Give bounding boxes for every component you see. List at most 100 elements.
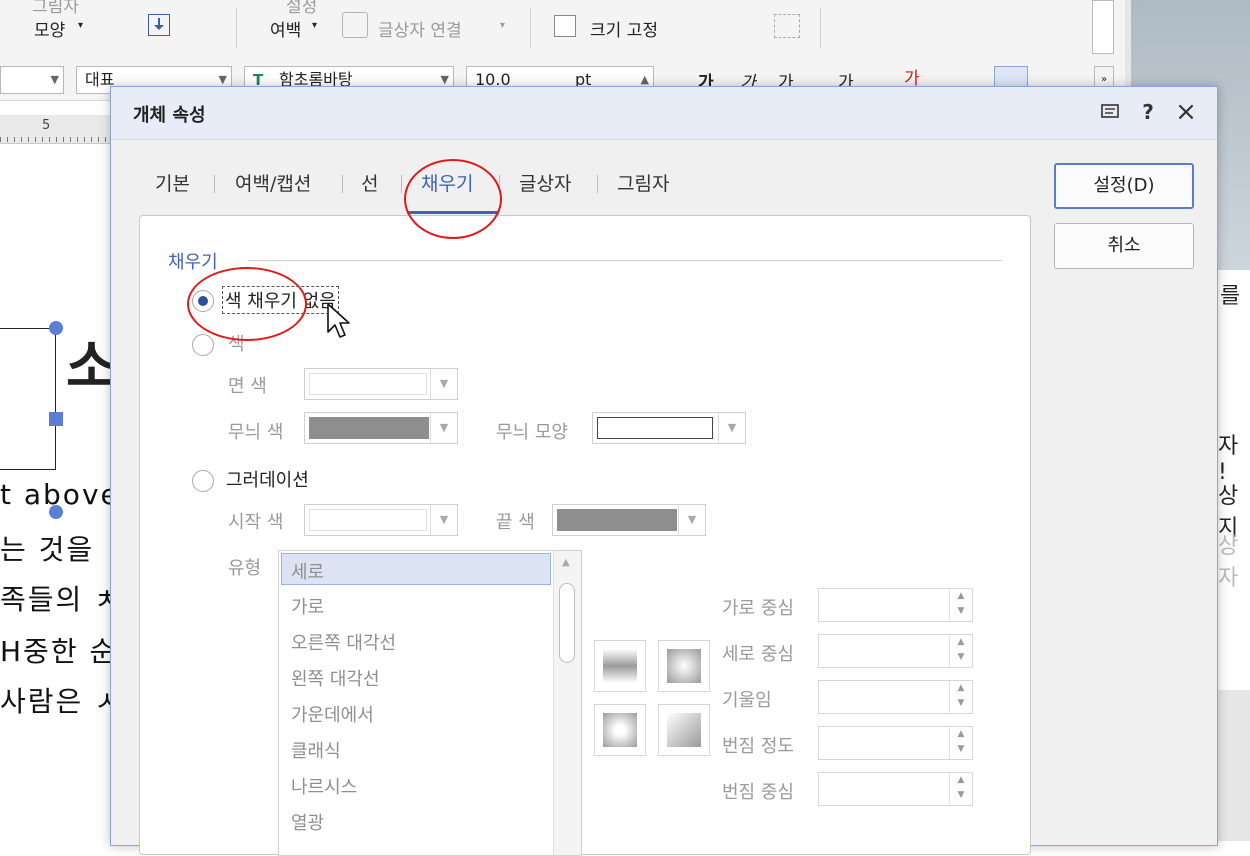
document-line: 는 것을 xyxy=(0,533,95,566)
list-item[interactable]: 나르시스 xyxy=(291,773,357,799)
tab-fill[interactable]: 채우기 xyxy=(421,169,473,196)
blur-center-input[interactable]: ▲ ▼ xyxy=(818,772,973,806)
face-color-swatch xyxy=(309,373,427,395)
gradient-square-button[interactable] xyxy=(594,704,646,756)
ok-button[interactable]: 설정(D) xyxy=(1054,163,1194,209)
mouse-cursor-icon xyxy=(327,303,350,338)
side-text: 를 xyxy=(1220,284,1241,309)
dialog-titlebar[interactable]: 개체 속성 ? × xyxy=(111,87,1217,140)
style-number-combo[interactable]: ▼ xyxy=(0,66,64,94)
tab-basic[interactable]: 기본 xyxy=(155,169,190,196)
fixed-size-label[interactable]: 크기 고정 xyxy=(590,16,658,41)
list-item[interactable]: 열광 xyxy=(291,809,324,835)
gradient-type-list[interactable]: 세로 가로 오른쪽 대각선 왼쪽 대각선 가운데에서 클래식 나르시스 열광 ▲ xyxy=(278,550,582,856)
tilt-input[interactable]: ▲ ▼ xyxy=(818,680,973,714)
margin-button[interactable]: 여백 xyxy=(270,16,301,41)
gradient-radio[interactable] xyxy=(192,470,214,492)
start-color-label: 시작 색 xyxy=(228,512,284,533)
margin-dropdown-icon[interactable]: ▾ xyxy=(312,20,317,31)
comment-icon[interactable] xyxy=(1095,97,1125,127)
shape-handle[interactable] xyxy=(49,321,63,335)
pattern-color-combo[interactable]: ▼ xyxy=(304,412,458,444)
ruler-tick-label: 5 xyxy=(42,118,51,133)
gradient-radial-button[interactable] xyxy=(658,640,710,692)
pattern-color-swatch xyxy=(309,417,429,439)
no-fill-label[interactable]: 색 채우기 없음 xyxy=(222,286,339,314)
blur-degree-label: 번짐 정도 xyxy=(722,736,794,757)
end-color-swatch xyxy=(557,509,677,531)
start-color-combo[interactable]: ▼ xyxy=(304,504,458,536)
side-text: 상자 xyxy=(1218,534,1239,591)
gradient-corner-button[interactable] xyxy=(658,704,710,756)
document-line: t above xyxy=(0,478,120,511)
scroll-up-icon[interactable]: ▲ xyxy=(562,557,570,568)
pattern-shape-label: 무늬 모양 xyxy=(496,422,568,443)
tilt-label: 기울임 xyxy=(722,690,772,711)
close-button[interactable]: × xyxy=(1171,97,1201,127)
list-item[interactable]: 오른쪽 대각선 xyxy=(291,629,396,655)
spinner-arrows[interactable]: ▲ ▼ xyxy=(949,589,972,621)
group-objects-icon[interactable] xyxy=(774,14,800,38)
chevron-down-icon: ▼ xyxy=(430,369,457,399)
blur-degree-input[interactable]: ▲ ▼ xyxy=(818,726,973,760)
pattern-shape-swatch xyxy=(597,417,713,439)
document-line: 족들의 ㅊ xyxy=(0,583,122,616)
color-fill-radio[interactable] xyxy=(192,334,214,356)
list-item[interactable]: 왼쪽 대각선 xyxy=(291,665,380,691)
chevron-down-icon: ▼ xyxy=(430,413,457,443)
no-fill-radio[interactable] xyxy=(192,290,214,312)
selected-shape[interactable] xyxy=(0,328,56,470)
spinner-arrows[interactable]: ▲ ▼ xyxy=(949,681,972,713)
tab-textbox[interactable]: 글상자 xyxy=(519,169,571,196)
toolbar-scrollbar[interactable] xyxy=(1092,0,1114,54)
shape-handle[interactable] xyxy=(49,412,63,426)
v-center-label: 세로 중심 xyxy=(722,644,794,665)
fixed-size-checkbox[interactable] xyxy=(554,15,576,37)
cancel-button[interactable]: 취소 xyxy=(1054,223,1194,269)
list-item[interactable]: 가로 xyxy=(291,593,324,619)
gradient-label[interactable]: 그러데이션 xyxy=(226,466,309,492)
list-item[interactable]: 클래식 xyxy=(291,737,341,763)
end-color-label: 끝 색 xyxy=(496,512,535,533)
face-color-label: 면 색 xyxy=(228,376,267,397)
type-label: 유형 xyxy=(228,558,262,579)
shape-dropdown-icon[interactable]: ▾ xyxy=(78,20,83,31)
spinner-arrows[interactable]: ▲ ▼ xyxy=(949,635,972,667)
list-scrollbar[interactable]: ▲ xyxy=(553,551,581,855)
gradient-linear-button[interactable] xyxy=(594,640,646,692)
tab-fill-underline xyxy=(407,211,499,214)
face-color-combo[interactable]: ▼ xyxy=(304,368,458,400)
spinner-arrows[interactable]: ▲ ▼ xyxy=(949,727,972,759)
margin-label-top: 설정 xyxy=(286,0,318,17)
scroll-thumb[interactable] xyxy=(559,583,575,663)
insert-down-icon[interactable] xyxy=(148,14,170,36)
text-link-icon[interactable] xyxy=(342,12,368,38)
section-title: 채우기 xyxy=(168,252,218,273)
text-link-dropdown-icon[interactable]: ▾ xyxy=(500,20,505,31)
section-divider xyxy=(248,260,1002,261)
help-button[interactable]: ? xyxy=(1133,97,1163,127)
document-line: H중한 순 xyxy=(0,635,118,668)
tab-divider xyxy=(214,175,215,193)
pattern-shape-combo[interactable]: ▼ xyxy=(592,412,746,444)
spinner-arrows[interactable]: ▲ ▼ xyxy=(949,773,972,805)
start-color-swatch xyxy=(309,509,427,531)
end-color-combo[interactable]: ▼ xyxy=(552,504,706,536)
color-fill-label[interactable]: 색 xyxy=(228,330,245,356)
tab-line[interactable]: 선 xyxy=(361,169,378,196)
h-center-label: 가로 중심 xyxy=(722,598,794,619)
toolbar-divider xyxy=(236,8,237,48)
chevron-down-icon: ▼ xyxy=(678,505,705,535)
text-link-button[interactable]: 글상자 연결 xyxy=(378,16,462,41)
tab-shadow[interactable]: 그림자 xyxy=(617,169,669,196)
side-page: 를 자 ! 상지 상자 xyxy=(1217,270,1250,690)
shape-button[interactable]: 모양 xyxy=(34,16,65,41)
h-center-input[interactable]: ▲ ▼ xyxy=(818,588,973,622)
list-item[interactable]: 가운데에서 xyxy=(291,701,374,727)
shape-label-top: 그림자 xyxy=(32,0,79,17)
list-item[interactable]: 세로 xyxy=(291,558,324,584)
dialog-title: 개체 속성 xyxy=(133,105,206,126)
v-center-input[interactable]: ▲ ▼ xyxy=(818,634,973,668)
toolbar-divider xyxy=(820,8,821,48)
tab-margin-caption[interactable]: 여백/캡션 xyxy=(235,169,311,196)
